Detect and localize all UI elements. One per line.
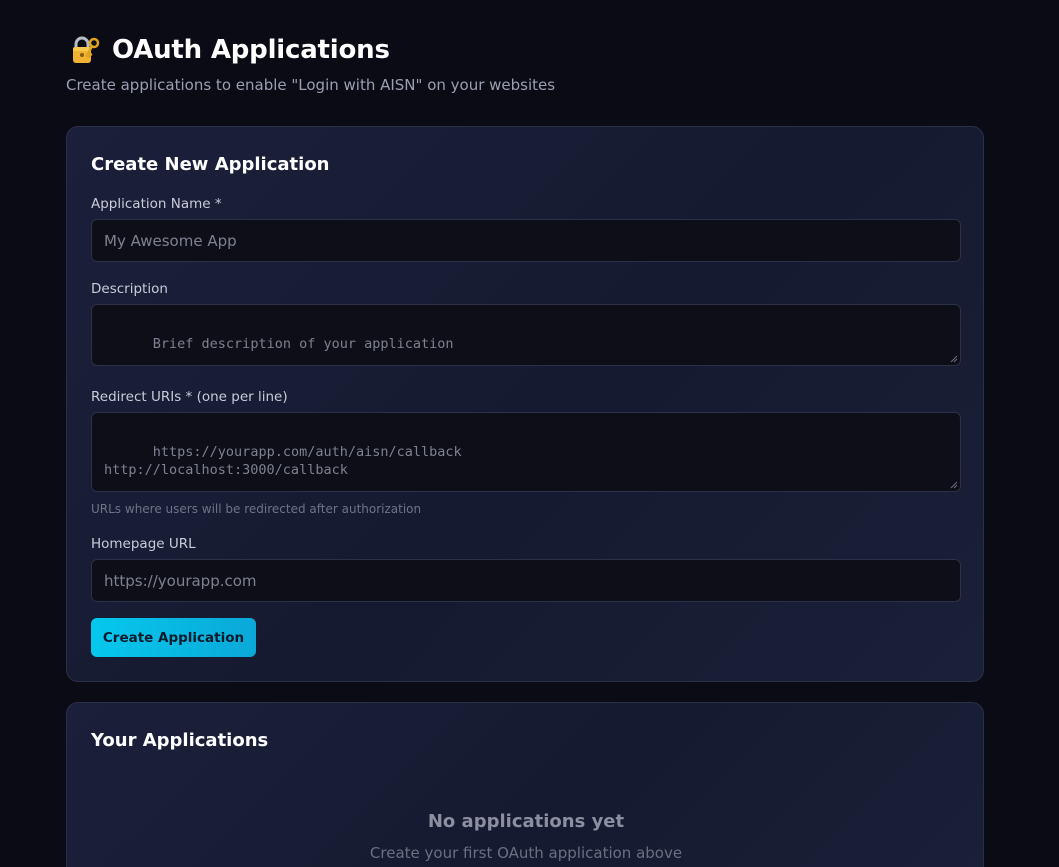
title-row: OAuth Applications [66,30,555,70]
homepage-url-label: Homepage URL [91,536,196,552]
app-name-input[interactable]: My Awesome App [91,219,961,262]
create-application-button[interactable]: Create Application [91,618,256,657]
redirect-uris-label: Redirect URIs * (one per line) [91,389,288,405]
app-name-label: Application Name * [91,196,222,212]
applications-card-title: Your Applications [91,730,269,751]
description-placeholder: Brief description of your application [152,336,454,352]
page-subtitle: Create applications to enable "Login wit… [66,76,556,94]
resize-grip-icon[interactable] [950,355,958,363]
redirect-uris-textarea[interactable]: https://yourapp.com/auth/aisn/callback h… [91,412,961,492]
page-header: OAuth Applications Create applications t… [66,30,555,94]
homepage-url-placeholder: https://yourapp.com [104,571,257,590]
description-label: Description [91,281,168,297]
redirect-uris-helper: URLs where users will be redirected afte… [91,502,422,516]
oauth-applications-page: OAuth Applications Create applications t… [0,0,1059,867]
empty-state-title: No applications yet [427,811,625,832]
create-card-title: Create New Application [91,154,330,175]
redirect-uris-placeholder: https://yourapp.com/auth/aisn/callback h… [104,444,462,478]
page-title: OAuth Applications [112,35,390,65]
lock-with-key-icon [69,34,101,66]
app-name-placeholder: My Awesome App [104,231,237,250]
description-textarea[interactable]: Brief description of your application [91,304,961,366]
empty-state-subtitle: Create your first OAuth application abov… [369,844,683,862]
resize-grip-icon[interactable] [950,481,958,489]
your-applications-card: Your Applications No applications yet Cr… [66,702,984,867]
homepage-url-input[interactable]: https://yourapp.com [91,559,961,602]
create-application-card: Create New Application Application Name … [66,126,984,682]
